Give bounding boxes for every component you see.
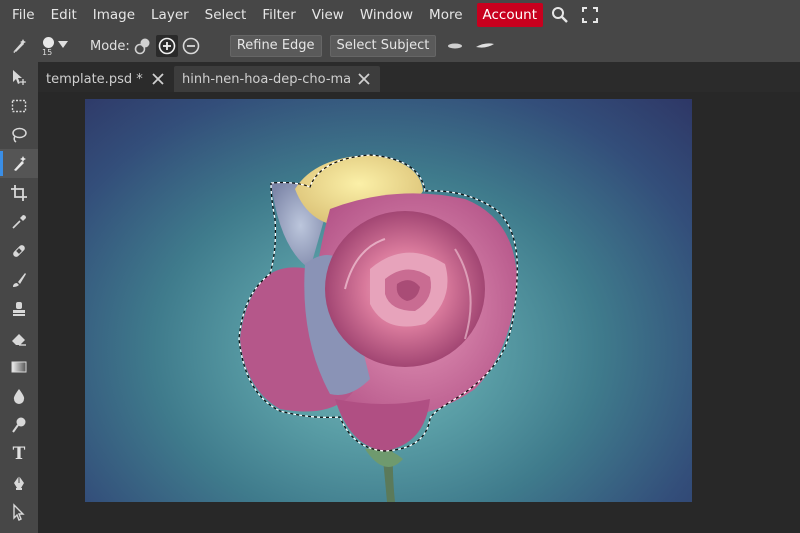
tab-template[interactable]: template.psd * (38, 66, 174, 92)
quick-selection-tool-icon[interactable] (0, 149, 38, 178)
path-select-tool-icon[interactable] (0, 497, 38, 526)
mode-new-selection-button[interactable] (132, 35, 154, 57)
tab-label: template.psd * (46, 71, 143, 87)
menu-file[interactable]: File (4, 3, 43, 27)
clone-stamp-tool-icon[interactable] (0, 294, 38, 323)
menu-edit[interactable]: Edit (43, 3, 85, 27)
brush-tool-icon[interactable] (0, 265, 38, 294)
brush-small-icon[interactable] (444, 35, 466, 57)
lasso-tool-icon[interactable] (0, 120, 38, 149)
crop-tool-icon[interactable] (0, 178, 38, 207)
options-bar: 15 Mode: Refine Edge Select Subject (0, 30, 800, 62)
brush-size-picker[interactable]: 15 (38, 30, 78, 62)
brush-size-value: 15 (42, 48, 53, 57)
healing-tool-icon[interactable] (0, 236, 38, 265)
mode-subtract-selection-button[interactable] (180, 35, 202, 57)
eyedropper-tool-icon[interactable] (0, 207, 38, 236)
menu-layer[interactable]: Layer (143, 3, 197, 27)
fullscreen-icon[interactable] (577, 3, 603, 27)
menu-window[interactable]: Window (352, 3, 421, 27)
marquee-tool-icon[interactable] (0, 91, 38, 120)
tab-label: hinh-nen-hoa-dep-cho-ma * (182, 71, 350, 87)
brush-dot-icon (43, 37, 54, 48)
menu-image[interactable]: Image (85, 3, 143, 27)
menu-filter[interactable]: Filter (254, 3, 303, 27)
rose-image (238, 154, 518, 502)
tab-hinh-nen[interactable]: hinh-nen-hoa-dep-cho-ma * (174, 66, 380, 92)
search-icon[interactable] (547, 3, 573, 27)
current-tool-icon[interactable] (0, 30, 38, 62)
eraser-tool-icon[interactable] (0, 323, 38, 352)
chevron-down-icon (58, 41, 68, 48)
mode-label: Mode: (90, 38, 130, 54)
document-tabs: template.psd * hinh-nen-hoa-dep-cho-ma * (38, 62, 800, 92)
text-tool-letter: T (12, 443, 26, 464)
brush-large-icon[interactable] (474, 35, 496, 57)
mode-add-selection-button[interactable] (155, 35, 178, 57)
dodge-tool-icon[interactable] (0, 410, 38, 439)
select-subject-button[interactable]: Select Subject (329, 35, 437, 57)
text-tool-icon[interactable]: T (0, 439, 38, 468)
document-canvas[interactable] (85, 99, 692, 502)
move-tool-icon[interactable] (0, 62, 38, 91)
menu-select[interactable]: Select (197, 3, 255, 27)
menu-more[interactable]: More (421, 3, 470, 27)
menu-view[interactable]: View (304, 3, 352, 27)
menu-bar: File Edit Image Layer Select Filter View… (0, 0, 800, 30)
refine-edge-button[interactable]: Refine Edge (229, 35, 322, 57)
gradient-tool-icon[interactable] (0, 352, 38, 381)
workspace (38, 92, 800, 533)
blur-tool-icon[interactable] (0, 381, 38, 410)
close-icon[interactable] (356, 71, 372, 87)
close-icon[interactable] (150, 71, 166, 87)
account-button[interactable]: Account (476, 3, 544, 27)
pen-tool-icon[interactable] (0, 468, 38, 497)
tools-panel: T (0, 62, 38, 533)
